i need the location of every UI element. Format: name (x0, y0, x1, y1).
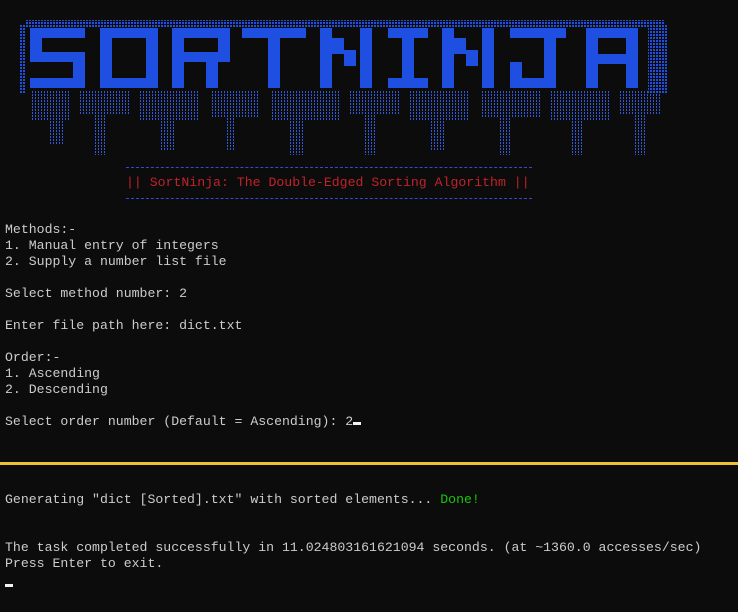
banner-separator-bottom (126, 198, 532, 199)
file-path-line: Enter file path here: dict.txt (5, 318, 242, 334)
order-header: Order:- (5, 350, 61, 365)
file-path-prompt: Enter file path here: (5, 318, 180, 333)
select-method-value: 2 (179, 286, 188, 301)
select-method-line: Select method number: 2 (5, 286, 187, 302)
generating-line: Generating "dict [Sorted].txt" with sort… (5, 492, 480, 508)
method-option-2: 2. Supply a number list file (5, 254, 227, 269)
order-option-1: 1. Ascending (5, 366, 100, 381)
banner-separator-top (126, 167, 532, 168)
select-method-prompt: Select method number: (5, 286, 180, 301)
generating-text: Generating "dict [Sorted].txt" with sort… (5, 492, 441, 507)
methods-header: Methods:- (5, 222, 77, 237)
completed-message: The task completed successfully in 11.02… (5, 540, 702, 555)
select-order-line[interactable]: Select order number (Default = Ascending… (5, 414, 362, 430)
terminal-window[interactable]: || SortNinja: The Double-Edged Sorting A… (0, 0, 738, 612)
sortninja-ascii-logo (20, 20, 668, 155)
section-divider (0, 462, 738, 465)
select-order-prompt: Select order number (Default = Ascending… (5, 414, 346, 429)
method-option-1: 1. Manual entry of integers (5, 238, 219, 253)
order-option-2: 2. Descending (5, 382, 108, 397)
done-status: Done! (440, 492, 480, 507)
exit-prompt: Press Enter to exit. (5, 556, 164, 571)
text-cursor-bottom[interactable] (5, 584, 13, 587)
select-order-value[interactable]: 2 (345, 414, 353, 429)
text-cursor (353, 422, 362, 425)
banner-subtitle: || SortNinja: The Double-Edged Sorting A… (126, 175, 530, 190)
file-path-value: dict.txt (179, 318, 243, 333)
